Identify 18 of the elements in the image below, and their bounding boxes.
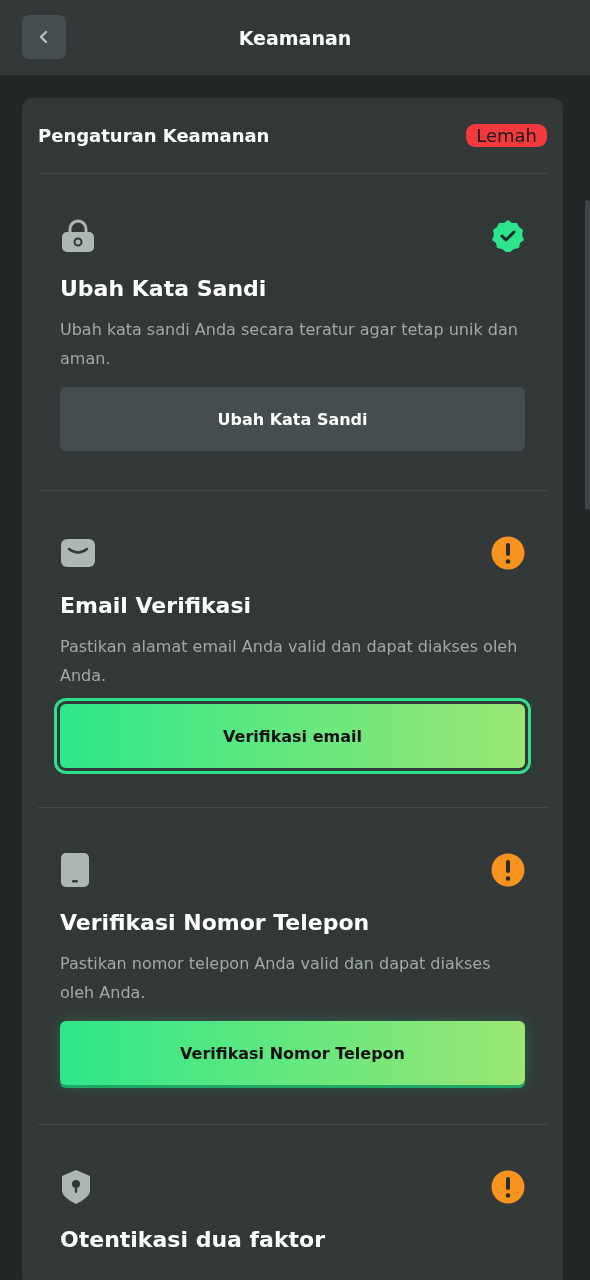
card-title: Pengaturan Keamanan — [38, 125, 270, 146]
verify-button[interactable]: Verifikasi Nomor Telepon — [60, 1021, 525, 1085]
page-title: Keamanan — [238, 26, 352, 49]
section-description: Pastikan alamat email Anda valid dan dapat diakses oleh Anda. — [60, 636, 519, 687]
section-title: Email Verifikasi — [60, 593, 253, 618]
section-title: Verifikasi Nomor Telepon — [60, 910, 371, 935]
envelope-icon — [60, 538, 96, 568]
shield-keyhole-icon — [60, 1169, 92, 1205]
section-title: Ubah Kata Sandi — [60, 276, 268, 301]
section-description: Ubah kata sandi Anda secara teratur agar tetap unik dan aman. — [60, 319, 519, 370]
back-button[interactable] — [22, 15, 66, 59]
section-description: Pastikan nomor telepon Anda valid dan dapat diakses oleh Anda. — [60, 953, 492, 1004]
change-password-button[interactable]: Ubah Kata Sandi — [60, 387, 525, 451]
lock-icon — [60, 219, 96, 253]
phone-icon — [60, 852, 90, 888]
strength-badge: Lemah — [466, 124, 547, 147]
scrollbar[interactable] — [585, 200, 590, 510]
section-title: Otentikasi dua faktor — [60, 1227, 327, 1252]
